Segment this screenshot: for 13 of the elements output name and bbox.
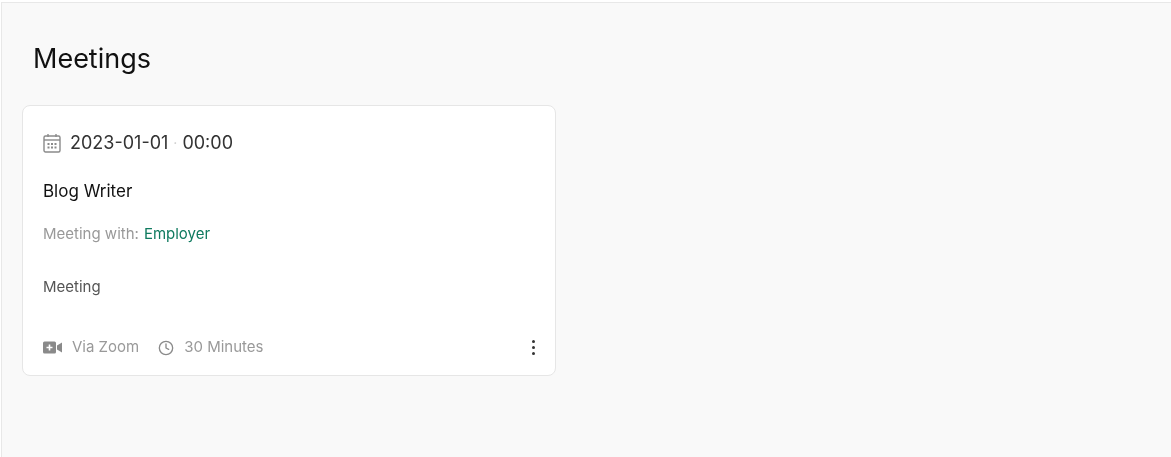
meeting-date: 2023-01-01 [70, 131, 169, 155]
duration-text: 30 Minutes [184, 336, 264, 359]
page-title: Meetings [33, 41, 152, 77]
meeting-time: 00:00 [182, 131, 233, 155]
platform-text: Via Zoom [72, 336, 140, 359]
meeting-with-label: Meeting with: [43, 222, 139, 245]
video-camera-icon [43, 341, 62, 354]
employer-link[interactable]: Employer [143, 222, 211, 245]
clock-icon [158, 339, 175, 356]
calendar-icon [43, 132, 61, 153]
meeting-description: Meeting [43, 276, 102, 298]
meeting-title: Blog Writer [43, 180, 134, 203]
separator-dot: · [173, 133, 178, 153]
